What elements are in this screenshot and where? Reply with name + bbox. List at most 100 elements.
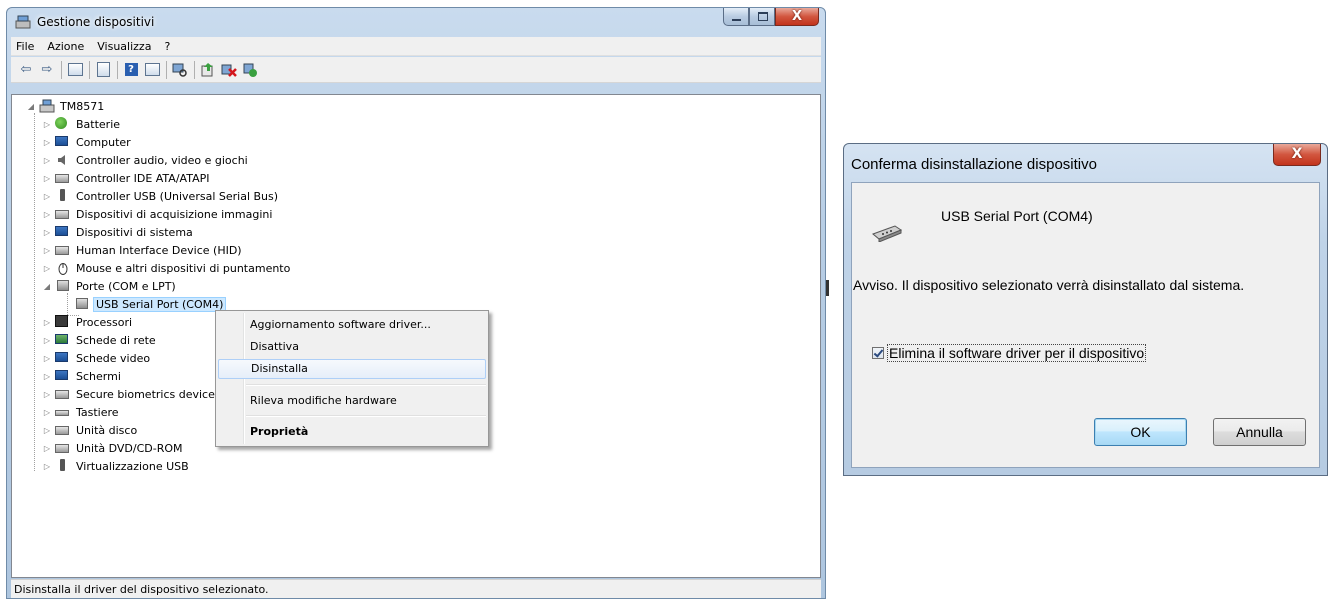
uninstall-icon[interactable] (220, 61, 238, 79)
tree-item-monitors[interactable]: ▷ Schermi (42, 367, 123, 385)
divider-mark (826, 280, 829, 296)
menu-item-uninstall[interactable]: Disinstalla (218, 359, 486, 379)
mouse-icon (55, 261, 71, 275)
collapse-arrow-icon[interactable]: ◢ (26, 102, 36, 111)
tree-root[interactable]: ◢ TM8571 (26, 97, 106, 115)
menu-file[interactable]: File (15, 40, 35, 53)
tree-label: Virtualizzazione USB (76, 459, 189, 473)
tree-item-mouse[interactable]: ▷ Mouse e altri dispositivi di puntament… (42, 259, 292, 277)
properties-sheet-icon[interactable] (94, 61, 112, 79)
tree-label: Mouse e altri dispositivi di puntamento (76, 261, 291, 275)
expand-arrow-icon[interactable]: ▷ (42, 138, 52, 147)
scanner-icon (55, 207, 71, 221)
menu-action[interactable]: Azione (46, 40, 85, 53)
close-icon: X (1291, 146, 1303, 162)
expand-arrow-icon[interactable]: ▷ (42, 444, 52, 453)
menu-view[interactable]: Visualizza (96, 40, 152, 53)
forward-arrow-icon[interactable]: ⇨ (38, 61, 56, 79)
delete-driver-option[interactable]: Elimina il software driver per il dispos… (872, 344, 1147, 362)
update-driver-icon[interactable] (199, 61, 217, 79)
expand-arrow-icon[interactable]: ▷ (42, 354, 52, 363)
tree-item-batterie[interactable]: ▷ Batterie (42, 115, 122, 133)
expand-arrow-icon[interactable]: ▷ (42, 228, 52, 237)
hid-icon (55, 243, 71, 257)
help-icon[interactable]: ? (122, 61, 140, 79)
menu-help[interactable]: ? (163, 40, 171, 53)
tree-item-network[interactable]: ▷ Schede di rete (42, 331, 158, 349)
tree-label: Controller audio, video e giochi (76, 153, 248, 167)
tree-item-hid[interactable]: ▷ Human Interface Device (HID) (42, 241, 244, 259)
collapse-arrow-icon[interactable]: ◢ (42, 282, 52, 291)
tree-item-imaging[interactable]: ▷ Dispositivi di acquisizione immagini (42, 205, 274, 223)
scan-hardware-icon[interactable] (171, 61, 189, 79)
tree-label: Schermi (76, 369, 121, 383)
ok-button[interactable]: OK (1094, 418, 1187, 446)
tree-item-keyboards[interactable]: ▷ Tastiere (42, 403, 121, 421)
computer-icon (39, 99, 55, 113)
battery-icon (55, 117, 71, 131)
expand-arrow-icon[interactable]: ▷ (42, 426, 52, 435)
tree-item-dvd[interactable]: ▷ Unità DVD/CD-ROM (42, 439, 185, 457)
expand-arrow-icon[interactable]: ▷ (42, 318, 52, 327)
enable-icon[interactable] (241, 61, 259, 79)
tree-label: Dispositivi di acquisizione immagini (76, 207, 273, 221)
tree-item-system[interactable]: ▷ Dispositivi di sistema (42, 223, 195, 241)
expand-arrow-icon[interactable]: ▷ (42, 156, 52, 165)
view-icon[interactable] (143, 61, 161, 79)
tree-item-usb[interactable]: ▷ Controller USB (Universal Serial Bus) (42, 187, 280, 205)
display-adapter-icon (55, 351, 71, 365)
tree-item-ide[interactable]: ▷ Controller IDE ATA/ATAPI (42, 169, 211, 187)
device-name: USB Serial Port (COM4) (941, 208, 1093, 224)
tree-item-disks[interactable]: ▷ Unità disco (42, 421, 139, 439)
dialog-close-button[interactable]: X (1273, 144, 1321, 166)
expand-arrow-icon[interactable]: ▷ (42, 408, 52, 417)
toolbar-separator (117, 60, 118, 79)
expand-arrow-icon[interactable]: ▷ (42, 210, 52, 219)
tree-item-processors[interactable]: ▷ Processori (42, 313, 134, 331)
tree-item-computer[interactable]: ▷ Computer (42, 133, 133, 151)
tree-item-video[interactable]: ▷ Schede video (42, 349, 152, 367)
delete-driver-label[interactable]: Elimina il software driver per il dispos… (887, 344, 1147, 362)
tree-item-usb-serial-port[interactable]: USB Serial Port (COM4) (71, 295, 227, 313)
expand-arrow-icon[interactable]: ▷ (42, 174, 52, 183)
close-button[interactable]: X (775, 8, 819, 26)
expand-arrow-icon[interactable]: ▷ (42, 192, 52, 201)
tree-label: Schede video (76, 351, 151, 365)
tree-item-audio[interactable]: ▷ Controller audio, video e giochi (42, 151, 250, 169)
expand-arrow-icon[interactable]: ▷ (42, 390, 52, 399)
dialog-title: Conferma disinstallazione dispositivo (851, 156, 1097, 173)
close-icon: X (791, 9, 803, 24)
expand-arrow-icon[interactable]: ▷ (42, 372, 52, 381)
expand-arrow-icon[interactable]: ▷ (42, 246, 52, 255)
back-arrow-icon[interactable]: ⇦ (17, 61, 35, 79)
dvd-drive-icon (55, 441, 71, 455)
menu-item-scan-hardware[interactable]: Rileva modifiche hardware (218, 391, 486, 411)
tree-label: Schede di rete (76, 333, 156, 347)
console-tree-icon[interactable] (66, 61, 84, 79)
menu-item-update-driver[interactable]: Aggiornamento software driver... (218, 315, 486, 335)
expand-arrow-icon[interactable]: ▷ (42, 120, 52, 129)
minimize-button[interactable] (723, 8, 749, 26)
window-title: Gestione dispositivi (37, 15, 155, 29)
tree-item-usb-virtualization[interactable]: ▷ Virtualizzazione USB (42, 457, 191, 475)
tree-label: Dispositivi di sistema (76, 225, 193, 239)
expand-arrow-icon[interactable]: ▷ (42, 264, 52, 273)
menu-item-disable[interactable]: Disattiva (218, 337, 486, 357)
expand-arrow-icon[interactable]: ▷ (42, 336, 52, 345)
device-manager-icon (15, 15, 31, 29)
cancel-button[interactable]: Annulla (1213, 418, 1306, 446)
delete-driver-checkbox[interactable] (872, 347, 884, 359)
maximize-button[interactable] (749, 8, 775, 26)
tree-item-ports[interactable]: ◢ Porte (COM e LPT) (42, 277, 178, 295)
expand-arrow-icon[interactable]: ▷ (42, 462, 52, 471)
tree-item-biometrics[interactable]: ▷ Secure biometrics device (42, 385, 217, 403)
menu-item-properties[interactable]: Proprietà (218, 422, 486, 442)
tree-label: Human Interface Device (HID) (76, 243, 242, 257)
tree-guide-line (34, 113, 35, 471)
tree-label: Controller USB (Universal Serial Bus) (76, 189, 279, 203)
title-bar[interactable]: Gestione dispositivi X (7, 8, 825, 36)
monitor-icon (55, 369, 71, 383)
toolbar-separator (194, 60, 195, 79)
tree-label: Unità DVD/CD-ROM (76, 441, 183, 455)
device-manager-window: Gestione dispositivi X File Azione Visua… (6, 7, 826, 599)
